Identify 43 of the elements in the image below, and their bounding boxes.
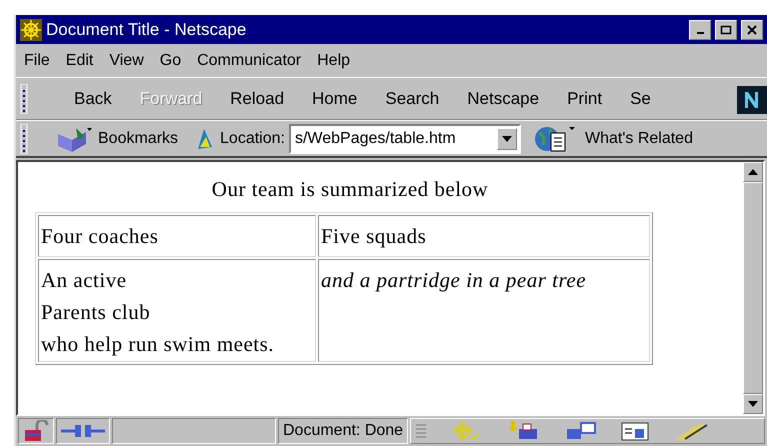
scroll-up-icon[interactable] — [748, 169, 758, 175]
maximize-button[interactable] — [715, 20, 737, 40]
bookmark-book-icon[interactable] — [56, 126, 94, 152]
vertical-scrollbar[interactable] — [743, 162, 763, 414]
menu-item[interactable]: Go — [158, 48, 184, 72]
minimize-button[interactable] — [689, 20, 711, 40]
toolbar-grip-icon[interactable] — [20, 84, 28, 114]
location-label: Location: — [220, 128, 285, 148]
netscape-logo-icon — [737, 86, 767, 114]
close-icon — [746, 24, 758, 34]
table-cell: Five squads — [318, 214, 650, 256]
caret-icon — [502, 136, 512, 142]
window-title: Document Title - Netscape — [46, 18, 248, 41]
page-heading: Our team is summarized below — [212, 176, 488, 203]
toolbar-button[interactable]: Print — [553, 86, 616, 112]
bookmarks-label[interactable]: Bookmarks — [98, 126, 178, 150]
toolbar-button[interactable]: Se — [616, 86, 665, 112]
menu-item[interactable]: Communicator — [195, 48, 304, 72]
location-field[interactable]: s/WebPages/table.htm — [288, 124, 521, 154]
close-button[interactable] — [741, 20, 763, 40]
menu-item[interactable]: File — [22, 48, 52, 72]
toolbar-button[interactable]: Netscape — [453, 86, 554, 112]
menu-item[interactable]: Help — [315, 48, 352, 72]
dropdown-button[interactable] — [496, 128, 517, 150]
whats-related-label[interactable]: What's Related — [584, 126, 693, 150]
table-cell: and a partridge in a pear tree — [318, 258, 650, 362]
address-card-icon[interactable] — [621, 421, 650, 441]
toolbar-button[interactable]: Search — [371, 86, 454, 112]
table-cell: Four coaches — [38, 214, 316, 256]
maximize-icon — [720, 24, 732, 34]
grip-icon — [415, 422, 428, 440]
scroll-down-icon[interactable] — [748, 401, 758, 407]
menu-item[interactable]: View — [107, 48, 146, 72]
menu-item[interactable]: Edit — [64, 48, 96, 72]
table-cell: An active Parents club who help run swim meets. — [38, 258, 316, 362]
toolbar-button[interactable]: Reload — [216, 86, 298, 112]
toolbar-button[interactable]: Home — [298, 86, 372, 112]
connection-plug-icon — [61, 423, 105, 439]
minimize-icon — [696, 32, 704, 34]
padlock-icon[interactable] — [23, 420, 49, 442]
toolbar-button[interactable]: Back — [60, 86, 126, 112]
toolbar-grip-icon[interactable] — [20, 124, 28, 154]
status-text: Document: Done — [283, 421, 404, 441]
